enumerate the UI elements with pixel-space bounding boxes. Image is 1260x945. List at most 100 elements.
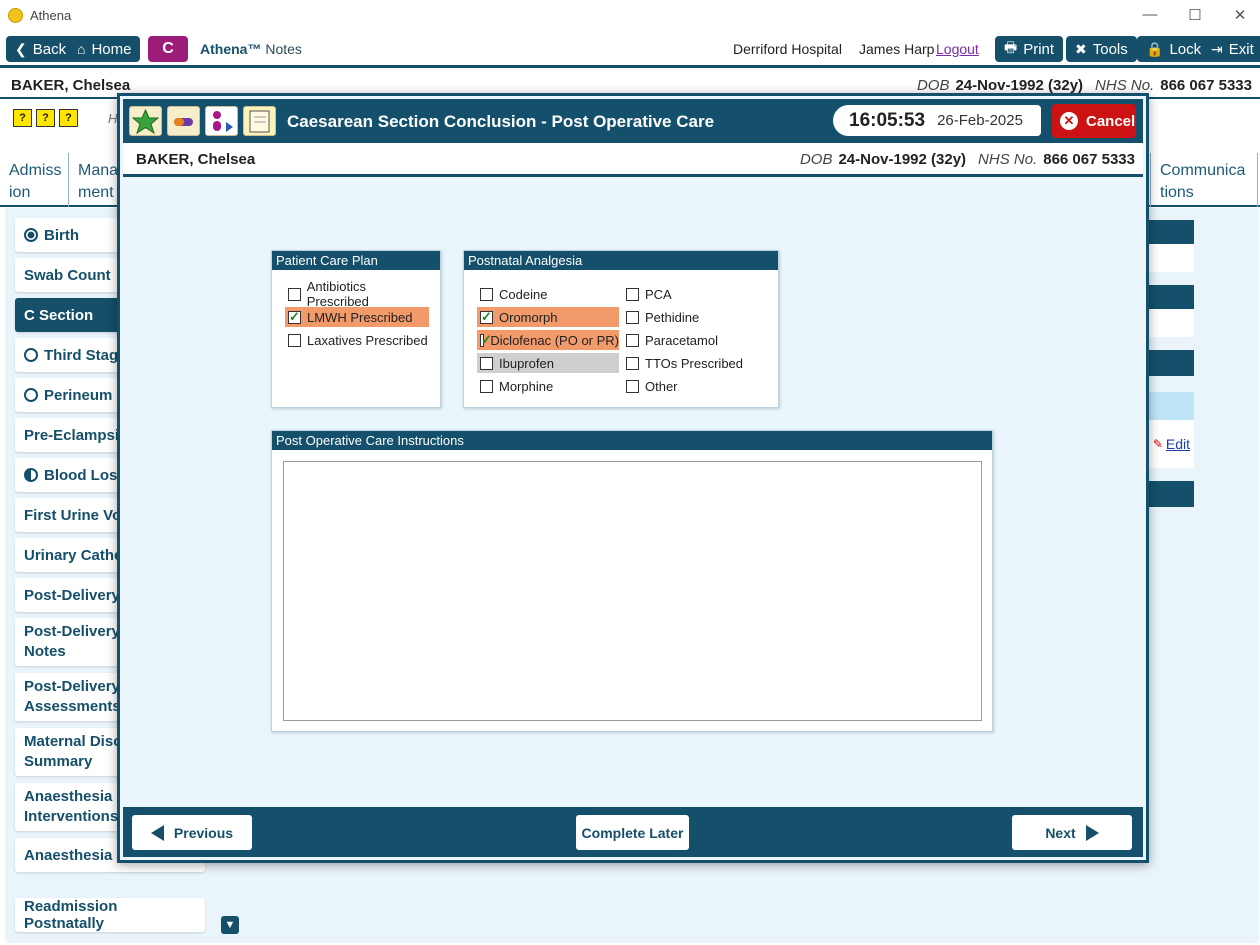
complete-later-label: Complete Later (581, 824, 684, 841)
date-value: 26-Feb-2025 (937, 112, 1023, 129)
patient-name: BAKER, Chelsea (11, 77, 131, 94)
logout-link[interactable]: Logout (936, 41, 979, 57)
close-circle-icon: ✕ (1060, 112, 1078, 130)
nav-label: Blood Loss (44, 466, 126, 484)
exit-button[interactable]: ⇥ Exit (1202, 36, 1260, 62)
checkbox-box[interactable] (480, 287, 493, 301)
checkbox-box[interactable] (626, 356, 639, 370)
tab-communications-label: Communica tions (1160, 162, 1246, 201)
home-button[interactable]: ⌂ Home (68, 36, 141, 62)
analgesia-title: Postnatal Analgesia (464, 251, 778, 270)
checkbox-oromorph[interactable]: Oromorph (477, 307, 619, 327)
checkbox-morphine[interactable]: Morphine (477, 376, 619, 396)
checkbox-box[interactable] (288, 309, 301, 325)
athena-logo-icon (8, 8, 23, 23)
dialog-patient-info: DOB 24-Nov-1992 (32y) NHS No. 866 067 5333 (800, 151, 1135, 168)
checkbox-box[interactable] (480, 379, 493, 393)
checkbox-laxatives[interactable]: Laxatives Prescribed (285, 330, 429, 350)
checkbox-label: Pethidine (645, 309, 700, 325)
dialog-header: Caesarean Section Conclusion - Post Oper… (123, 99, 1143, 143)
bg-bar (1146, 481, 1194, 507)
arrow-left-icon (150, 824, 164, 841)
checkbox-antibiotics[interactable]: Antibiotics Prescribed (285, 279, 429, 309)
lock-button[interactable]: 🔒 Lock (1137, 36, 1211, 62)
notepad-icon[interactable] (243, 106, 276, 136)
help-list-icon[interactable]: ? (13, 109, 32, 127)
checkbox-label: LMWH Prescribed (307, 309, 413, 325)
tools-button[interactable]: ✖ Tools (1066, 36, 1137, 62)
checkbox-other[interactable]: Other (623, 376, 763, 396)
checkbox-codeine[interactable]: Codeine (477, 284, 619, 304)
checkbox-ibuprofen[interactable]: Ibuprofen (477, 353, 619, 373)
star-icon[interactable] (129, 106, 162, 136)
maximize-icon[interactable]: ☐ (1185, 6, 1205, 24)
checkbox-box[interactable] (626, 379, 639, 393)
back-button[interactable]: ❮ Back (6, 36, 76, 62)
patient-info: DOB 24-Nov-1992 (32y) NHS No. 866 067 5333 (917, 77, 1252, 94)
checkbox-box[interactable] (626, 333, 639, 347)
cancel-label: Cancel (1086, 112, 1136, 130)
status-empty-icon (24, 348, 38, 362)
lock-label: Lock (1169, 40, 1202, 58)
close-window-icon[interactable]: ✕ (1230, 6, 1250, 24)
top-toolbar: ❮ Back ⌂ Home C Athena™ Notes Derriford Ho… (0, 32, 1260, 68)
lock-icon: 🔒 (1146, 40, 1164, 57)
checkbox-box[interactable] (480, 356, 493, 370)
checkbox-pethidine[interactable]: Pethidine (623, 307, 763, 327)
medication-icon[interactable] (167, 106, 200, 136)
next-button[interactable]: Next (1012, 815, 1132, 850)
nav-label: Birth (44, 226, 79, 244)
tab-admission[interactable]: Admiss ion (0, 153, 69, 207)
minimize-icon[interactable]: — (1140, 6, 1160, 23)
dob-label: DOB (916, 77, 950, 94)
tab-communications[interactable]: Communica tions (1150, 153, 1258, 207)
checkbox-lmwh[interactable]: LMWH Prescribed (285, 307, 429, 327)
back-label: Back (32, 40, 67, 58)
date-time-display[interactable]: 16:05:53 26-Feb-2025 (833, 105, 1041, 136)
checkbox-pca[interactable]: PCA (623, 284, 763, 304)
bg-row (1146, 244, 1194, 272)
dialog-footer: Previous Complete Later Next (123, 807, 1143, 857)
dob-value: 24-Nov-1992 (32y) (838, 151, 967, 168)
next-label: Next (1045, 824, 1076, 841)
print-label: Print (1023, 40, 1055, 58)
checkbox-box[interactable] (288, 333, 301, 347)
checkbox-ttos[interactable]: TTOs Prescribed (623, 353, 763, 373)
patient-transfer-icon[interactable] (205, 106, 238, 136)
help-icon[interactable]: ? (36, 109, 55, 127)
checkbox-box[interactable] (288, 287, 301, 301)
nhs-label: NHS No. (1095, 77, 1155, 94)
hidden-header-text: H (108, 111, 118, 126)
checkbox-paracetamol[interactable]: Paracetamol (623, 330, 763, 350)
pencil-icon: ✎ (1152, 437, 1163, 451)
checkbox-box[interactable] (626, 310, 639, 324)
analgesia-panel: Postnatal Analgesia Codeine Oromorph Dic… (463, 250, 779, 408)
complete-later-button[interactable]: Complete Later (576, 815, 689, 850)
checkbox-diclofenac[interactable]: Diclofenac (PO or PR) (477, 330, 619, 350)
checkbox-label: Codeine (499, 286, 548, 302)
help-icon-2[interactable]: ? (59, 109, 78, 127)
checkbox-box[interactable] (626, 287, 639, 301)
nhs-value: 866 067 5333 (1043, 151, 1135, 168)
window-titlebar: Athena — ☐ ✕ (0, 0, 1260, 32)
instructions-textarea[interactable] (283, 461, 982, 721)
module-badge[interactable]: C (148, 36, 188, 62)
checkbox-box[interactable] (480, 332, 493, 348)
nav-label: Readmission Postnatally (24, 898, 118, 932)
checkbox-label: Laxatives Prescribed (307, 332, 428, 348)
edit-link[interactable]: Edit (1166, 436, 1190, 452)
checkbox-label: Morphine (499, 378, 554, 394)
nav-label: Post-Delivery (24, 586, 120, 604)
cancel-button[interactable]: ✕ Cancel (1052, 104, 1136, 138)
printer-icon: 🖶 (1004, 39, 1018, 55)
window-title: Athena (30, 8, 72, 23)
print-button[interactable]: 🖶 Print (995, 36, 1064, 62)
scroll-down-button[interactable]: ▼ (221, 916, 239, 934)
previous-button[interactable]: Previous (132, 815, 252, 850)
checkbox-box[interactable] (480, 309, 493, 325)
previous-label: Previous (173, 824, 234, 841)
dob-label: DOB (799, 151, 833, 168)
time-value: 16:05:53 (849, 109, 926, 131)
nav-readmission[interactable]: Readmission Postnatally (15, 898, 205, 932)
status-half-icon (24, 468, 38, 482)
